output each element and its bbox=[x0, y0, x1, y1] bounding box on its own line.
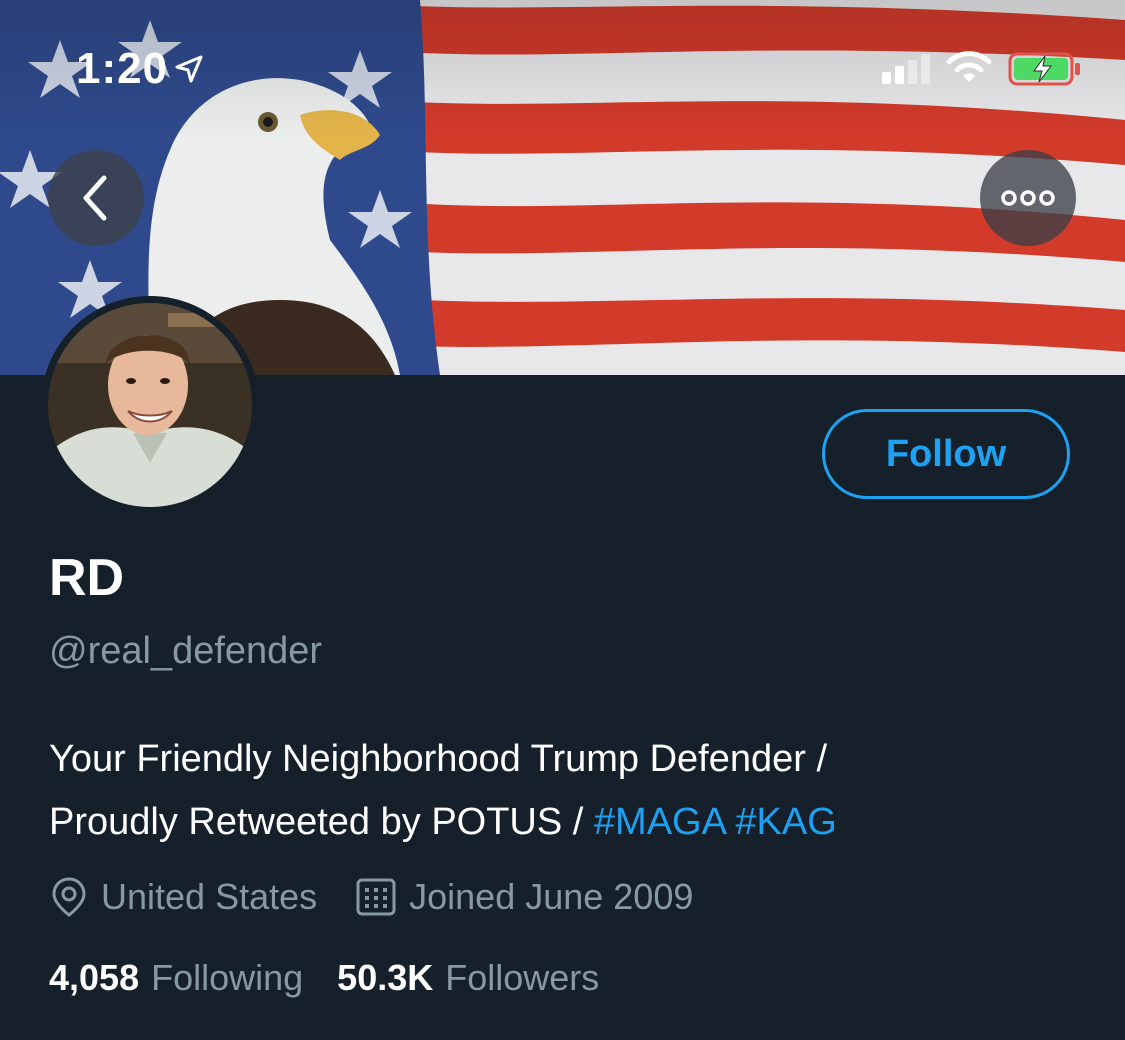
back-button[interactable] bbox=[48, 150, 144, 246]
bio-line-1: Your Friendly Neighborhood Trump Defende… bbox=[49, 738, 828, 780]
location-item: United States bbox=[49, 876, 317, 918]
avatar-image bbox=[48, 303, 252, 507]
following-stat-link[interactable]: 4,058 Following bbox=[49, 957, 303, 999]
battery-charging-icon bbox=[1008, 52, 1080, 86]
chevron-left-icon bbox=[83, 175, 107, 221]
followers-label: Followers bbox=[445, 957, 600, 998]
profile-stats-row: 4,058 Following 50.3K Followers bbox=[49, 957, 633, 999]
username-handle: @real_defender bbox=[49, 630, 323, 672]
cellular-signal-icon bbox=[882, 54, 930, 84]
location-text: United States bbox=[101, 876, 318, 917]
hashtag-kag-link[interactable]: #KAG bbox=[735, 801, 836, 843]
bio-line-2: Proudly Retweeted by POTUS / #MAGA #KAG bbox=[49, 791, 1089, 854]
hashtag-maga-link[interactable]: #MAGA bbox=[594, 801, 725, 843]
follow-button[interactable]: Follow bbox=[822, 409, 1070, 499]
status-time: 1:20 bbox=[76, 44, 169, 93]
location-pin-icon bbox=[52, 877, 86, 917]
joined-item: Joined June 2009 bbox=[355, 876, 693, 918]
profile-avatar[interactable] bbox=[41, 296, 259, 514]
more-horizontal-icon bbox=[1001, 190, 1055, 206]
status-bar: 1:20 bbox=[0, 0, 1125, 130]
joined-text: Joined June 2009 bbox=[409, 876, 694, 917]
display-name: RD bbox=[49, 549, 125, 607]
wifi-icon bbox=[946, 51, 992, 82]
profile-bio: Your Friendly Neighborhood Trump Defende… bbox=[49, 728, 1089, 854]
bio-line-2-text: Proudly Retweeted by POTUS / bbox=[49, 801, 594, 843]
location-arrow-icon bbox=[175, 55, 203, 83]
profile-meta-row: United States Joined June 2009 bbox=[49, 872, 731, 922]
more-options-button[interactable] bbox=[980, 150, 1076, 246]
calendar-icon bbox=[356, 878, 396, 916]
followers-count: 50.3K bbox=[337, 957, 434, 998]
followers-stat-link[interactable]: 50.3K Followers bbox=[337, 957, 599, 999]
following-count: 4,058 bbox=[49, 957, 140, 998]
following-label: Following bbox=[151, 957, 304, 998]
